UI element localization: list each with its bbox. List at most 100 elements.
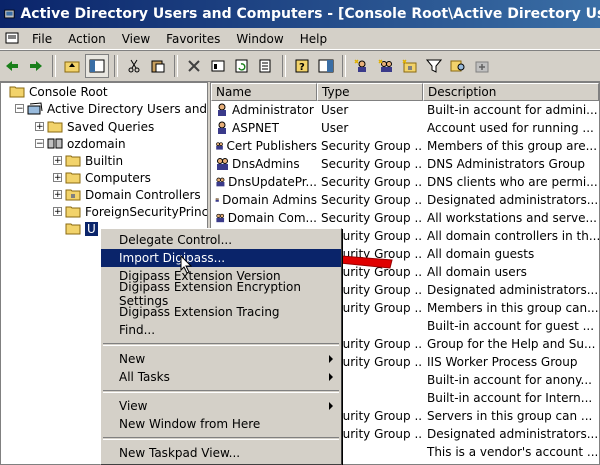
forward-icon[interactable]: [25, 55, 47, 77]
expand-icon[interactable]: +: [53, 207, 62, 217]
menu-item-import-digipass[interactable]: Import Digipass...: [101, 249, 341, 267]
table-row[interactable]: Domain Admins Security Group ... Designate…: [211, 191, 599, 209]
cut-icon[interactable]: [123, 55, 145, 77]
cell-name: Domain Com...: [211, 211, 317, 225]
tree-item-users[interactable]: U: [65, 220, 98, 237]
submenu-arrow-icon: [329, 373, 333, 381]
cell-name: DnsAdmins: [211, 157, 317, 171]
title-bar: Active Directory Users and Computers - […: [0, 0, 600, 28]
up-level-icon[interactable]: [61, 55, 83, 77]
tree-item-saved-queries[interactable]: + Saved Queries: [35, 118, 154, 135]
cell-name-text: DnsUpdatePr...: [228, 175, 317, 189]
cell-name-text: ASPNET: [232, 121, 279, 135]
context-menu: Delegate Control... Import Digipass... D…: [100, 228, 342, 465]
column-header-description[interactable]: Description: [423, 83, 599, 101]
menu-action[interactable]: Action: [60, 32, 114, 46]
folder-open-icon: [65, 223, 81, 235]
show-hide-tree-icon[interactable]: [85, 54, 109, 78]
cell-name-text: DnsAdmins: [232, 157, 300, 171]
column-header-name[interactable]: Name: [211, 83, 317, 101]
menu-item-new-taskpad-view[interactable]: New Taskpad View...: [101, 444, 341, 462]
table-row[interactable]: Administrator User Built-in account for ad…: [211, 101, 599, 119]
tree-item-label: Saved Queries: [67, 119, 155, 134]
menu-item-label: All Tasks: [119, 370, 170, 384]
cell-type: Security Group ...: [321, 211, 423, 225]
new-user-icon[interactable]: [351, 55, 373, 77]
menu-item-new-window[interactable]: New Window from Here: [101, 415, 341, 433]
collapse-icon[interactable]: −: [15, 104, 24, 114]
submenu-arrow-icon: [329, 355, 333, 363]
help-icon[interactable]: ?: [291, 55, 313, 77]
user-icon: [218, 103, 226, 116]
cell-description: All domain guests: [427, 247, 535, 261]
folder-icon: [65, 172, 81, 184]
collapse-icon[interactable]: −: [35, 139, 44, 149]
new-ou-icon[interactable]: [399, 55, 421, 77]
cell-description: DNS clients who are permi...: [427, 175, 598, 189]
table-row[interactable]: ASPNET User Account used for running ...: [211, 119, 599, 137]
cell-name: ASPNET: [211, 121, 317, 135]
table-row[interactable]: Domain Com... Security Group ... All works…: [211, 209, 599, 227]
tree-item-computers[interactable]: + Computers: [53, 169, 151, 186]
tree-item-domain-controllers[interactable]: + Domain Controllers: [53, 186, 201, 203]
menu-item-digipass-encryption-settings[interactable]: Digipass Extension Encryption Settings: [101, 280, 341, 308]
expand-icon[interactable]: +: [35, 122, 44, 132]
export-list-icon[interactable]: [255, 55, 277, 77]
list-header: Name Type Description: [211, 83, 599, 101]
show-hide-action-pane-icon[interactable]: [315, 55, 337, 77]
menu-view[interactable]: View: [114, 32, 158, 46]
column-header-type[interactable]: Type: [317, 83, 423, 101]
folder-icon: [65, 206, 81, 218]
cell-description: Designated administrators...: [427, 427, 599, 441]
expand-icon[interactable]: +: [53, 156, 62, 166]
menu-favorites[interactable]: Favorites: [158, 32, 228, 46]
find-icon[interactable]: [447, 55, 469, 77]
menu-item-all-tasks[interactable]: All Tasks: [101, 368, 341, 386]
new-group-icon[interactable]: [375, 55, 397, 77]
tree-item-ozdomain[interactable]: − ozdomain: [35, 135, 126, 152]
menu-window[interactable]: Window: [228, 32, 291, 46]
add-to-group-icon[interactable]: [471, 55, 493, 77]
refresh-icon[interactable]: [231, 55, 253, 77]
menu-item-new[interactable]: New: [101, 350, 341, 368]
cell-description: Members in this group can...: [427, 301, 599, 315]
table-row[interactable]: Cert Publishers Security Group ... Members…: [211, 137, 599, 155]
menu-item-find[interactable]: Find...: [101, 321, 341, 339]
tree-item-aduc[interactable]: − Active Directory Users and Co: [15, 100, 207, 117]
menu-item-delegate-control[interactable]: Delegate Control...: [101, 231, 341, 249]
back-icon[interactable]: [1, 55, 23, 77]
menu-item-label: View: [119, 399, 148, 413]
toolbar: ?: [0, 50, 600, 82]
delete-icon[interactable]: [183, 55, 205, 77]
tree-item-foreign-security-principals[interactable]: + ForeignSecurityPrincip: [53, 203, 207, 220]
properties-icon[interactable]: [207, 55, 229, 77]
cell-name-text: Administrator: [232, 103, 314, 117]
cell-description: This is a vendor's account ...: [427, 445, 599, 459]
menu-help[interactable]: Help: [292, 32, 335, 46]
expand-icon[interactable]: +: [53, 173, 62, 183]
cell-description: DNS Administrators Group: [427, 157, 586, 171]
tree-item-label: ozdomain: [67, 136, 126, 151]
expand-icon[interactable]: +: [53, 190, 62, 200]
console-icon[interactable]: [4, 31, 22, 47]
tree-item-builtin[interactable]: + Builtin: [53, 152, 123, 169]
cell-description: Servers in this group can ...: [427, 409, 593, 423]
tree-item-console-root[interactable]: Console Root: [9, 83, 108, 100]
ou-folder-icon: [65, 189, 81, 201]
cell-description: Built-in account for anony...: [427, 373, 592, 387]
menu-separator: [103, 437, 339, 440]
folder-icon: [47, 121, 63, 133]
table-row[interactable]: DnsUpdatePr... Security Group ... DNS clie…: [211, 173, 599, 191]
menu-file[interactable]: File: [24, 32, 60, 46]
table-row[interactable]: DnsAdmins Security Group ... DNS Administr…: [211, 155, 599, 173]
cell-description: Designated administrators...: [427, 283, 599, 297]
tree-item-label: Computers: [85, 170, 151, 185]
cell-name: Cert Publishers: [211, 139, 317, 153]
menu-separator: [103, 343, 339, 346]
cell-name: Administrator: [211, 103, 317, 117]
menu-item-digipass-extension-tracing[interactable]: Digipass Extension Tracing: [101, 303, 341, 321]
toolbar-separator: [174, 55, 178, 77]
menu-item-view[interactable]: View: [101, 397, 341, 415]
paste-icon[interactable]: [147, 55, 169, 77]
filter-icon[interactable]: [423, 55, 445, 77]
